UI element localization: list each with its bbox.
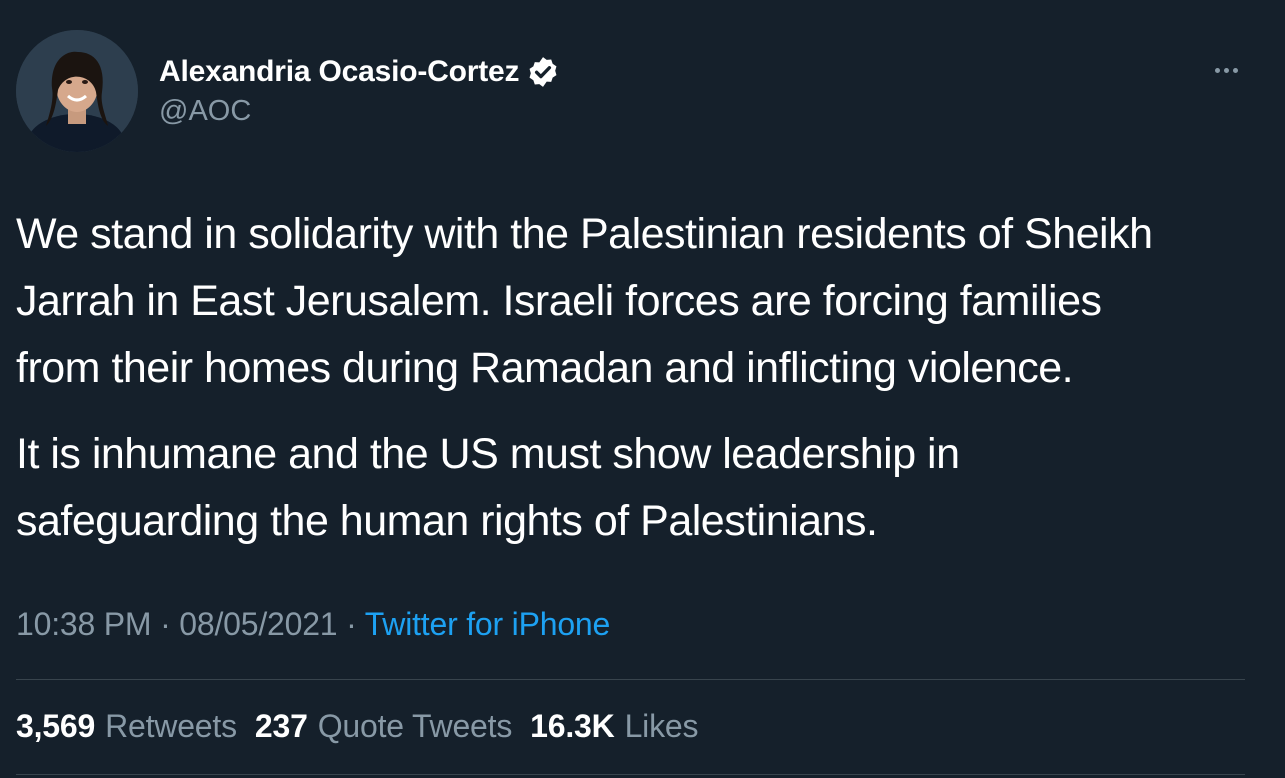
divider — [16, 774, 1245, 775]
meta-separator: · — [346, 606, 357, 642]
divider — [16, 679, 1245, 680]
avatar[interactable] — [16, 30, 138, 152]
display-name[interactable]: Alexandria Ocasio-Cortez — [159, 55, 520, 89]
engagement-stats: 3,569 Retweets 237 Quote Tweets 16.3K Li… — [16, 708, 698, 745]
quote-tweets-count: 237 — [254, 708, 308, 744]
avatar-image — [16, 30, 138, 152]
tweet-meta: 10:38 PM · 08/05/2021 · Twitter for iPho… — [16, 606, 610, 643]
verified-badge-icon — [526, 55, 560, 89]
meta-separator: · — [160, 606, 171, 642]
retweets-stat[interactable]: 3,569 Retweets — [16, 708, 237, 745]
likes-label: Likes — [624, 708, 699, 744]
tweet-date[interactable]: 08/05/2021 — [179, 606, 337, 642]
tweet-source-link[interactable]: Twitter for iPhone — [365, 606, 611, 642]
tweet: Alexandria Ocasio-Cortez @AOC We stand i… — [0, 0, 1285, 778]
more-dot — [1214, 67, 1220, 73]
likes-stat[interactable]: 16.3K Likes — [530, 708, 698, 745]
more-dot — [1232, 67, 1238, 73]
quote-tweets-stat[interactable]: 237 Quote Tweets — [255, 708, 512, 745]
author-handle[interactable]: @AOC — [159, 95, 251, 128]
author-name-row[interactable]: Alexandria Ocasio-Cortez — [159, 53, 560, 91]
tweet-time[interactable]: 10:38 PM — [16, 606, 152, 642]
retweets-label: Retweets — [105, 708, 237, 744]
likes-count: 16.3K — [530, 708, 615, 744]
more-dot — [1223, 67, 1229, 73]
more-icon[interactable] — [1206, 58, 1246, 82]
tweet-text-paragraph: It is inhumane and the US must show lead… — [16, 430, 960, 545]
tweet-text-paragraph: We stand in solidarity with the Palestin… — [16, 210, 1153, 392]
quote-tweets-label: Quote Tweets — [317, 708, 513, 744]
retweets-count: 3,569 — [16, 708, 96, 744]
